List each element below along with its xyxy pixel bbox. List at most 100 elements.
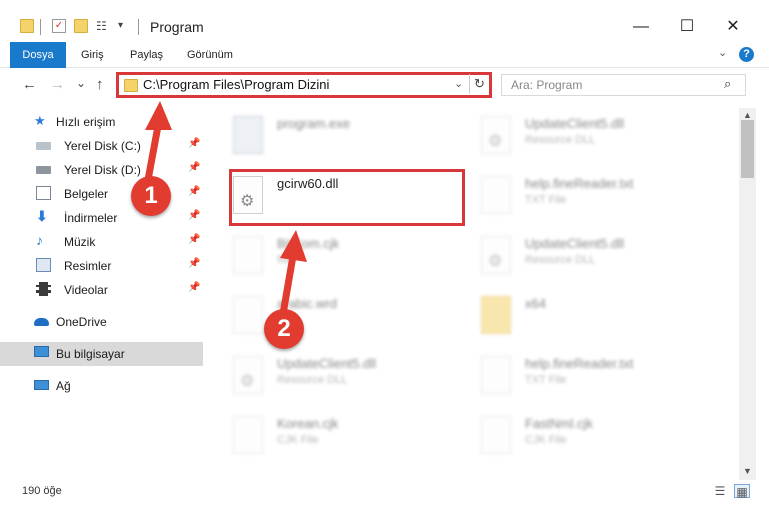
star-icon: ★ (34, 113, 46, 128)
scroll-up-icon[interactable]: ▲ (743, 110, 752, 120)
title-bar: ✓ ☷ ▾ Program — ☐ ✕ (0, 0, 769, 42)
pin-icon[interactable]: 📌 (188, 210, 200, 221)
sidebar-item-onedrive[interactable]: OneDrive (0, 310, 203, 334)
highlight-box (229, 169, 465, 226)
pin-icon[interactable]: 📌 (188, 282, 200, 293)
file-type: TXT File (525, 194, 567, 206)
scroll-down-icon[interactable]: ▼ (743, 466, 752, 476)
sidebar-item-label: OneDrive (56, 315, 107, 329)
exe-file-icon (233, 116, 263, 154)
chevron-down-icon[interactable]: ▾ (118, 19, 132, 33)
properties-icon[interactable]: ✓ (52, 19, 66, 33)
file-name: help.fineReader.txt (525, 176, 634, 191)
file-item[interactable]: BitCom.cjk file (205, 230, 435, 282)
tab-home[interactable]: Giriş (81, 42, 104, 68)
tab-share[interactable]: Paylaş (130, 42, 163, 68)
sidebar-item-music[interactable]: ♪ Müzik 📌 (0, 230, 203, 254)
help-icon[interactable]: ? (739, 47, 754, 62)
file-item[interactable]: ⚙ UpdateClient5.dll Resource DLL (453, 110, 683, 162)
ribbon: Dosya Giriş Paylaş Görünüm ⌄ ? (0, 42, 769, 68)
dll-file-icon: ⚙ (233, 356, 263, 394)
chevron-down-icon[interactable]: ⌄ (718, 46, 727, 59)
sidebar-item-network[interactable]: Ağ (0, 374, 203, 398)
sidebar-item-documents[interactable]: Belgeler 📌 (0, 182, 203, 206)
file-item[interactable]: ⚙ UpdateClient5.dll Resource DLL (453, 230, 683, 282)
refresh-icon[interactable]: ↻ (469, 74, 489, 94)
file-name: x64 (525, 296, 546, 311)
sidebar-item-this-pc[interactable]: Bu bilgisayar (0, 342, 203, 366)
file-icon (233, 296, 263, 334)
forward-button[interactable]: → (50, 76, 65, 93)
back-button[interactable]: ← (22, 76, 37, 93)
window-title: Program (150, 19, 204, 35)
file-icon (481, 416, 511, 454)
search-input[interactable]: Ara: Program ⌕ (501, 74, 746, 96)
maximize-button[interactable]: ☐ (664, 12, 710, 42)
file-type: Resource DLL (525, 254, 596, 266)
file-type: CJK File (277, 434, 319, 446)
file-item[interactable]: help.fineReader.txt TXT File (453, 170, 683, 222)
video-icon (36, 282, 51, 296)
file-icon (233, 236, 263, 274)
scroll-thumb[interactable] (741, 120, 754, 178)
file-type: TXT File (525, 374, 567, 386)
pin-icon[interactable]: 📌 (188, 258, 200, 269)
vertical-scrollbar[interactable]: ▲ ▼ (739, 108, 756, 480)
sidebar-item-videos[interactable]: Videolar 📌 (0, 278, 203, 302)
file-item[interactable]: program.exe (205, 110, 435, 162)
tab-file[interactable]: Dosya (10, 42, 66, 68)
file-type: Resource DLL (525, 134, 596, 146)
file-name: BitCom.cjk (277, 236, 340, 251)
file-name: help.fineReader.txt (525, 356, 634, 371)
file-icon (233, 416, 263, 454)
folder-icon (124, 79, 138, 92)
documents-icon (36, 186, 51, 200)
sidebar-item-label: Ağ (56, 379, 71, 393)
address-path[interactable]: C:\Program Files\Program Dizini (143, 77, 329, 92)
details-view-icon[interactable]: ☰ (712, 484, 728, 498)
network-icon (34, 380, 49, 390)
sidebar-item-local-disk-d[interactable]: Yerel Disk (D:) 📌 (0, 158, 203, 182)
callout-1: 1 (131, 176, 171, 216)
pin-icon[interactable]: 📌 (188, 162, 200, 173)
customize-toolbar-icon[interactable]: ☷ (96, 19, 110, 33)
up-button[interactable]: ↑ (96, 76, 104, 93)
file-name: program.exe (277, 116, 350, 131)
navigation-pane: ★ Hızlı erişim Yerel Disk (C:) 📌 Yerel D… (0, 108, 205, 476)
close-button[interactable]: ✕ (710, 12, 756, 42)
drive-icon (36, 142, 51, 150)
sidebar-item-pictures[interactable]: Resimler 📌 (0, 254, 203, 278)
folder-item[interactable]: x64 (453, 290, 683, 342)
computer-icon (34, 346, 49, 357)
file-item[interactable]: ⚙ UpdateClient5.dll Resource DLL (205, 350, 435, 402)
sidebar-item-quick-access[interactable]: ★ Hızlı erişim (0, 110, 203, 134)
pin-icon[interactable]: 📌 (188, 234, 200, 245)
new-folder-icon[interactable] (74, 19, 88, 33)
file-name: FastNml.cjk (525, 416, 593, 431)
file-name: UpdateClient5.dll (277, 356, 377, 371)
file-item[interactable]: arabic.wrd File (205, 290, 435, 342)
text-file-icon (481, 176, 511, 214)
drive-icon (36, 166, 51, 174)
sidebar-item-local-disk-c[interactable]: Yerel Disk (C:) 📌 (0, 134, 203, 158)
tab-view[interactable]: Görünüm (187, 42, 233, 68)
divider (40, 19, 41, 35)
file-item[interactable]: help.fineReader.txt TXT File (453, 350, 683, 402)
file-item[interactable]: FastNml.cjk CJK File (453, 410, 683, 462)
file-name: UpdateClient5.dll (525, 236, 625, 251)
sidebar-item-label: Bu bilgisayar (56, 347, 125, 361)
file-type: Resource DLL (277, 374, 348, 386)
recent-locations-button[interactable]: ⌄ (76, 76, 86, 90)
search-icon[interactable]: ⌕ (724, 76, 731, 92)
status-bar: 190 öğe ☰ ▦ (0, 481, 769, 503)
pin-icon[interactable]: 📌 (188, 186, 200, 197)
cloud-icon (34, 318, 49, 326)
item-count: 190 öğe (22, 485, 62, 497)
tiles-view-icon[interactable]: ▦ (734, 484, 750, 499)
minimize-button[interactable]: — (618, 12, 664, 42)
address-bar[interactable]: C:\Program Files\Program Dizini ⌄ ↻ (116, 72, 492, 98)
pin-icon[interactable]: 📌 (188, 138, 200, 149)
sidebar-item-downloads[interactable]: ⬇ İndirmeler 📌 (0, 206, 203, 230)
file-item[interactable]: Korean.cjk CJK File (205, 410, 435, 462)
chevron-down-icon[interactable]: ⌄ (454, 77, 463, 90)
